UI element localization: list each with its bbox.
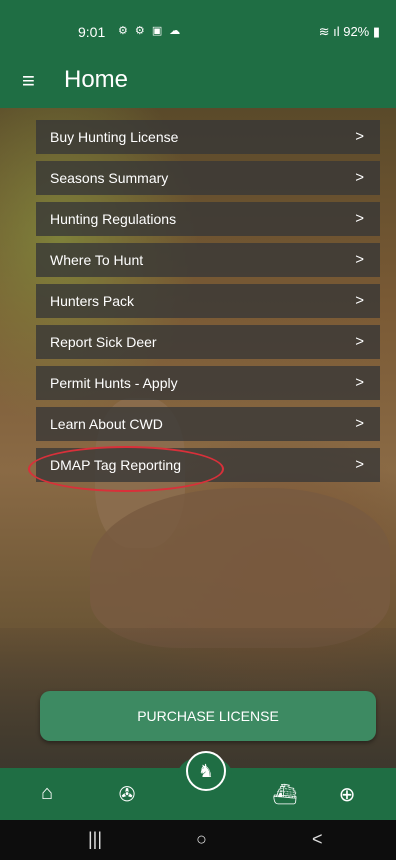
menu-item-learn-about-cwd[interactable]: Learn About CWD > (36, 407, 380, 441)
hamburger-menu-icon[interactable]: ≡ (22, 68, 35, 94)
chevron-right-icon: > (355, 333, 364, 350)
back-button[interactable]: < (312, 829, 323, 850)
chevron-right-icon: > (355, 374, 364, 391)
menu-item-permit-hunts-apply[interactable]: Permit Hunts - Apply > (36, 366, 380, 400)
chevron-right-icon: > (355, 415, 364, 432)
menu-item-label: Buy Hunting License (50, 129, 179, 145)
chevron-right-icon: > (355, 251, 364, 268)
chevron-right-icon: > (355, 456, 364, 473)
menu-item-label: Seasons Summary (50, 170, 169, 186)
status-bar: 9:01 ⚙ ⚙ ▣ ☁ ≋ ıl 92% ▮ (0, 0, 396, 60)
menu-item-where-to-hunt[interactable]: Where To Hunt > (36, 243, 380, 277)
page-title: Home (64, 66, 129, 93)
menu-item-label: Permit Hunts - Apply (50, 375, 178, 391)
status-time: 9:01 (78, 24, 106, 40)
chevron-right-icon: > (355, 128, 364, 145)
purchase-license-button[interactable]: PURCHASE LICENSE (40, 691, 376, 741)
menu-item-label: Hunting Regulations (50, 211, 177, 227)
menu-item-hunting-regulations[interactable]: Hunting Regulations > (36, 202, 380, 236)
menu-item-label: Hunters Pack (50, 293, 135, 309)
target-icon[interactable]: ⊕ (332, 782, 362, 807)
battery-signal-icons: ≋ ıl 92% ▮ (318, 24, 380, 39)
home-button[interactable]: ○ (196, 829, 207, 850)
notification-icons: ⚙ ⚙ ▣ ☁ (118, 25, 183, 37)
menu-item-report-sick-deer[interactable]: Report Sick Deer > (36, 325, 380, 359)
red-highlight-annotation (28, 446, 224, 492)
home-icon[interactable]: ⌂ (32, 782, 62, 805)
recents-button[interactable]: ||| (88, 829, 102, 850)
menu-item-label: Where To Hunt (50, 252, 144, 268)
menu-item-hunters-pack[interactable]: Hunters Pack > (36, 284, 380, 318)
menu-item-buy-hunting-license[interactable]: Buy Hunting License > (36, 120, 380, 154)
fish-icon[interactable]: ✇ (112, 782, 142, 807)
menu-item-label: Learn About CWD (50, 416, 163, 432)
system-nav-bar: ||| ○ < (0, 820, 396, 860)
menu-item-seasons-summary[interactable]: Seasons Summary > (36, 161, 380, 195)
boat-icon[interactable]: ⛴ (270, 782, 300, 807)
menu-item-label: Report Sick Deer (50, 334, 157, 350)
deer-icon[interactable]: ♞ (186, 751, 226, 791)
home-menu-list: Buy Hunting License > Seasons Summary > … (36, 120, 380, 489)
chevron-right-icon: > (355, 292, 364, 309)
app-bar: ≡ Home (0, 60, 396, 108)
chevron-right-icon: > (355, 210, 364, 227)
deer-body-shape (90, 488, 390, 648)
chevron-right-icon: > (355, 169, 364, 186)
